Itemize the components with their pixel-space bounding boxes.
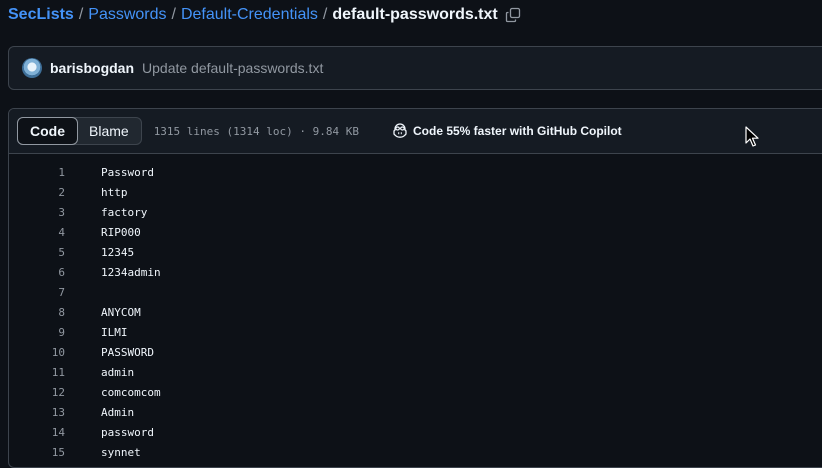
file-header: Code Blame 1315 lines (1314 loc) · 9.84 … <box>9 109 822 154</box>
breadcrumb-link-passwords[interactable]: Passwords <box>88 6 166 24</box>
copy-path-button[interactable] <box>505 7 521 23</box>
file-stats: 1315 lines (1314 loc) · 9.84 KB <box>153 124 359 138</box>
mouse-pointer-icon <box>745 126 759 147</box>
line-number[interactable]: 1 <box>9 166 65 179</box>
line-number[interactable]: 4 <box>9 226 65 239</box>
line-content: password <box>101 425 154 439</box>
line-content: synnet <box>101 445 141 459</box>
code-line: 13 Admin <box>9 402 822 422</box>
line-number[interactable]: 5 <box>9 246 65 259</box>
line-content: RIP000 <box>101 225 141 239</box>
line-content: comcomcom <box>101 385 161 399</box>
code-tab[interactable]: Code <box>17 117 78 145</box>
line-number[interactable]: 10 <box>9 346 65 359</box>
line-content: ANYCOM <box>101 305 141 319</box>
line-content: ILMI <box>101 325 128 339</box>
copilot-icon <box>393 123 407 138</box>
avatar[interactable] <box>22 58 42 78</box>
breadcrumb-separator: / <box>322 6 328 23</box>
copy-icon <box>505 7 520 23</box>
copilot-promo-link[interactable]: Code 55% faster with GitHub Copilot <box>392 123 622 139</box>
line-number[interactable]: 14 <box>9 426 65 439</box>
code-line: 8 ANYCOM <box>9 302 822 322</box>
code-content: 1 Password 2 http 3 factory 4 RIP000 5 12345 6 1234… <box>9 154 822 462</box>
line-content: 12345 <box>101 245 135 259</box>
view-mode-toggle: Code Blame <box>17 117 142 145</box>
line-number[interactable]: 6 <box>9 266 65 279</box>
line-content: Admin <box>101 405 135 419</box>
copilot-promo-text: Code 55% faster with GitHub Copilot <box>413 124 622 138</box>
line-number[interactable]: 9 <box>9 326 65 339</box>
code-line: 4 RIP000 <box>9 222 822 242</box>
code-line: 2 http <box>9 182 822 202</box>
breadcrumb-link-seclists[interactable]: SecLists <box>8 6 74 24</box>
line-number[interactable]: 12 <box>9 386 65 399</box>
line-number[interactable]: 15 <box>9 446 65 459</box>
line-content: Password <box>101 165 154 179</box>
code-line: 5 12345 <box>9 242 822 262</box>
blame-tab[interactable]: Blame <box>77 118 141 144</box>
code-line: 12 comcomcom <box>9 382 822 402</box>
line-number[interactable]: 13 <box>9 406 65 419</box>
code-line: 11 admin <box>9 362 822 382</box>
breadcrumb-link-default-credentials[interactable]: Default-Credentials <box>181 6 318 24</box>
line-number[interactable]: 2 <box>9 186 65 199</box>
breadcrumb-separator: / <box>171 6 176 23</box>
code-line: 7 <box>9 282 822 302</box>
breadcrumb-separator: / <box>78 6 84 23</box>
line-content: factory <box>101 205 148 219</box>
line-number[interactable]: 3 <box>9 206 65 219</box>
commit-author-link[interactable]: barisbogdan <box>50 60 134 76</box>
code-line: 6 1234admin <box>9 262 822 282</box>
code-line: 1 Password <box>9 162 822 182</box>
line-number[interactable]: 7 <box>9 286 65 299</box>
latest-commit-bar: barisbogdan Update default-passwords.txt <box>8 46 822 90</box>
code-line: 3 factory <box>9 202 822 222</box>
line-content: http <box>101 185 128 199</box>
code-line: 10 PASSWORD <box>9 342 822 362</box>
line-content: PASSWORD <box>101 345 154 359</box>
line-number[interactable]: 11 <box>9 366 65 379</box>
breadcrumb: SecLists / Passwords / Default-Credentia… <box>8 4 521 26</box>
commit-message-link[interactable]: Update default-passwords.txt <box>142 60 323 76</box>
file-viewer: Code Blame 1315 lines (1314 loc) · 9.84 … <box>8 108 822 468</box>
line-content: 1234admin <box>101 265 161 279</box>
code-line: 14 password <box>9 422 822 442</box>
current-file-name: default-passwords.txt <box>332 6 498 23</box>
code-line: 15 synnet <box>9 442 822 462</box>
code-line: 9 ILMI <box>9 322 822 342</box>
line-content: admin <box>101 365 135 379</box>
line-number[interactable]: 8 <box>9 306 65 319</box>
